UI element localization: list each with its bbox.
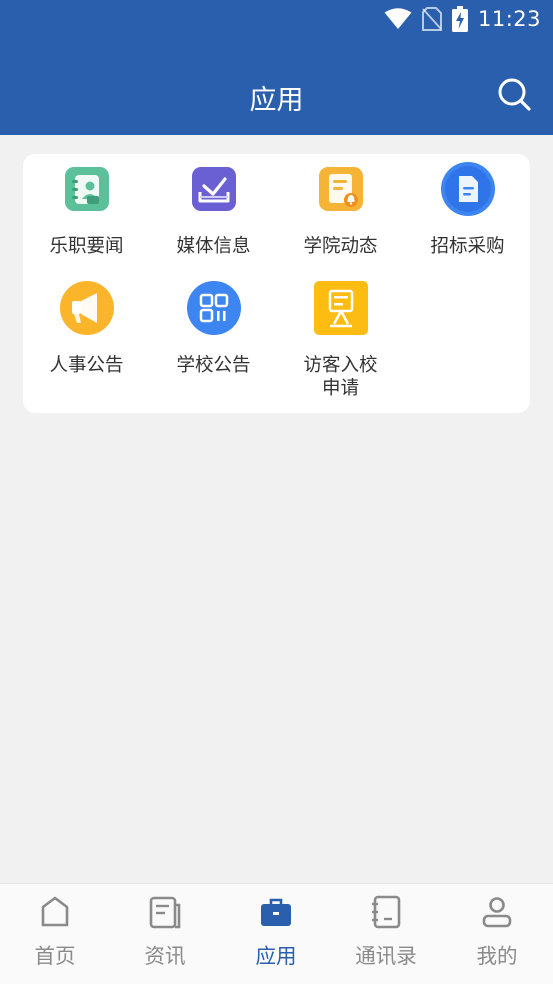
tab-contacts[interactable]: 通讯录	[331, 884, 441, 984]
page-title: 应用	[249, 85, 304, 116]
megaphone-icon	[59, 281, 114, 335]
qr-code-icon	[186, 281, 241, 335]
tab-apps[interactable]: 应用	[221, 884, 331, 984]
address-book-icon	[372, 895, 401, 929]
visitor-board-icon	[313, 281, 368, 335]
app-tile-college-news[interactable]: 学院动态	[277, 162, 404, 258]
app-tile-media[interactable]: 媒体信息	[150, 162, 277, 258]
tab-label: 应用	[255, 944, 297, 968]
news-icon	[149, 896, 181, 929]
app-label: 人事公告	[49, 355, 124, 376]
app-label: 招标采购	[430, 236, 505, 257]
app-label: 学院动态	[303, 236, 378, 257]
app-label: 乐职要闻	[49, 236, 124, 257]
briefcase-icon	[261, 898, 291, 926]
search-icon[interactable]	[497, 77, 531, 111]
tab-label: 我的	[476, 944, 518, 968]
tab-label: 首页	[34, 944, 76, 968]
no-sim-icon	[421, 7, 442, 31]
bottom-tab-bar: 首页 资讯 应用 通讯录 我的	[0, 883, 553, 984]
tab-news[interactable]: 资讯	[110, 884, 220, 984]
battery-charging-icon	[451, 6, 468, 32]
app-tile-visitor-application[interactable]: 访客入校 申请	[277, 281, 404, 400]
wifi-icon	[384, 8, 412, 29]
app-label: 学校公告	[176, 355, 251, 376]
document-icon	[440, 162, 495, 216]
note-bell-icon	[318, 167, 363, 211]
status-time: 11:23	[477, 7, 541, 31]
user-icon	[482, 897, 512, 928]
app-tile-procurement[interactable]: 招标采购	[404, 162, 531, 258]
app-label: 媒体信息	[176, 236, 251, 257]
apps-card: 乐职要闻 媒体信息 学院动态 招标采购 人事公告 学校公告 访客入校 申请	[23, 154, 530, 413]
contact-book-icon	[64, 167, 109, 211]
tab-me[interactable]: 我的	[442, 884, 552, 984]
app-label: 访客入校 申请	[303, 355, 378, 399]
app-tile-school-notice[interactable]: 学校公告	[150, 281, 277, 377]
inbox-check-icon	[191, 167, 236, 211]
app-tile-news[interactable]: 乐职要闻	[23, 162, 150, 258]
app-tile-hr-notice[interactable]: 人事公告	[23, 281, 150, 377]
tab-label: 通讯录	[355, 944, 417, 968]
tab-home[interactable]: 首页	[0, 884, 110, 984]
status-bar: 11:23	[384, 4, 541, 34]
tab-label: 资讯	[144, 944, 186, 968]
app-header: 11:23 应用	[0, 0, 553, 135]
home-icon	[41, 896, 69, 927]
